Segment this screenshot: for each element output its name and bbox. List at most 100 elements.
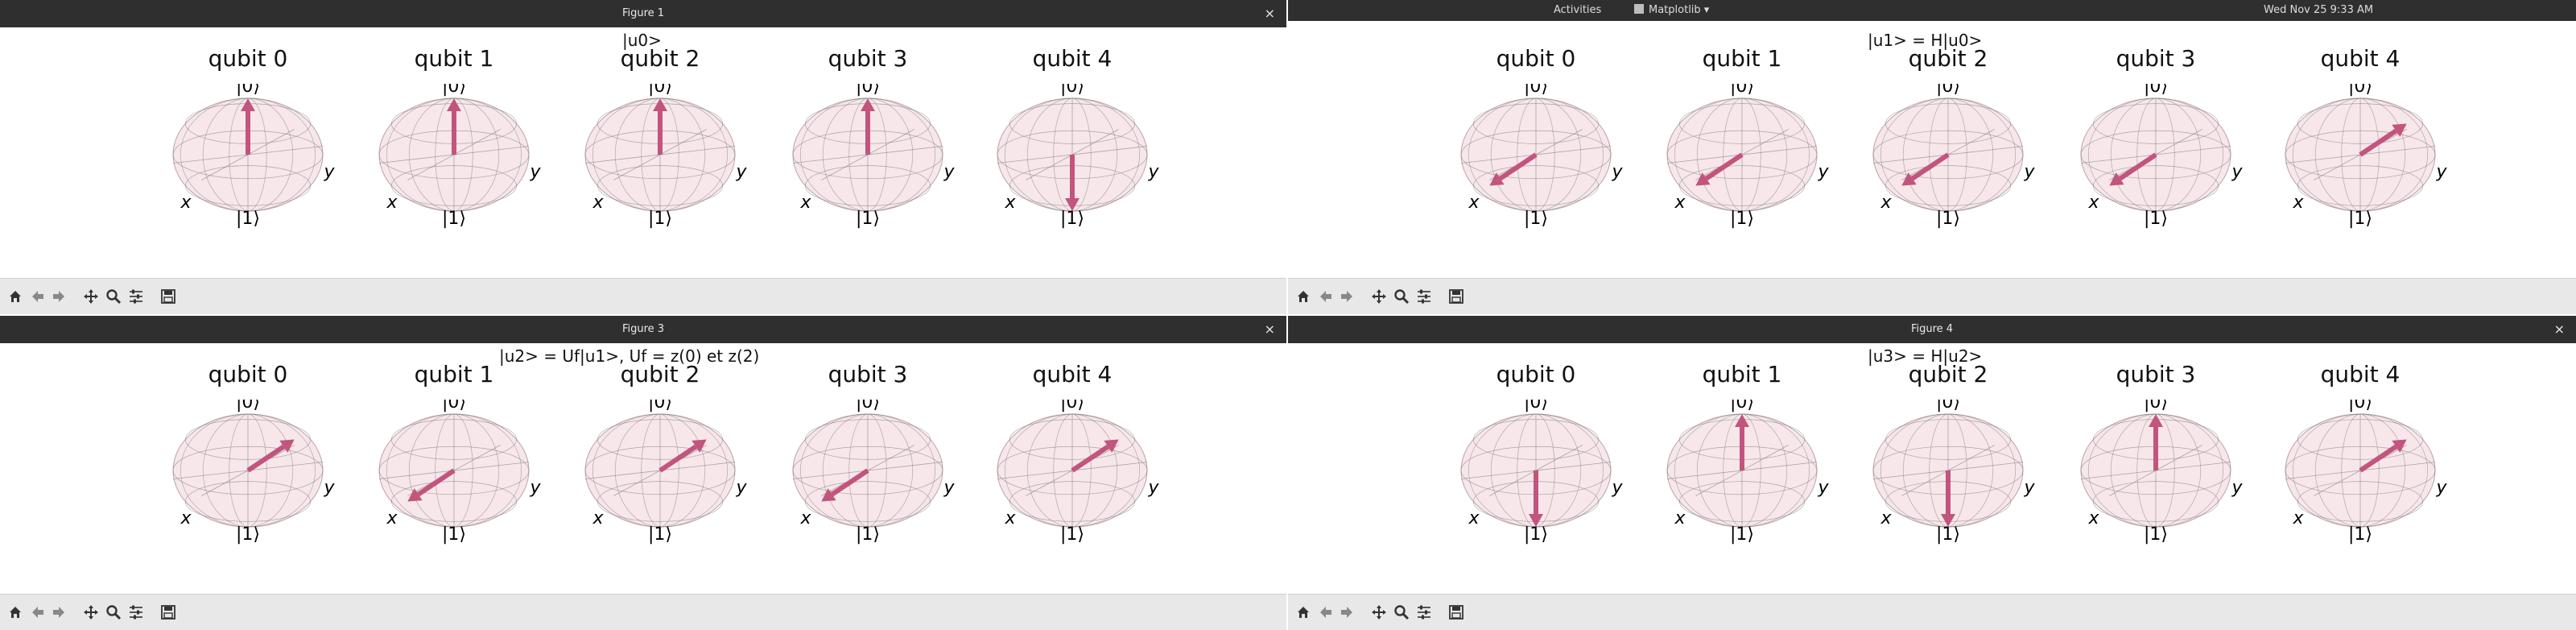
clock[interactable]: Wed Nov 25 9:33 AM [2264, 0, 2373, 21]
x-axis-label: x [1004, 193, 1016, 213]
figure-canvas[interactable]: |u0> qubit 0 |0⟩ |1⟩ x y qubit 1 |0⟩ |1⟩ x y qubit … [0, 27, 1286, 285]
window-titlebar[interactable]: Figure 1 × [0, 0, 1286, 27]
ket0-label: |0⟩ [2144, 84, 2168, 97]
save-icon [1449, 605, 1463, 620]
ket0-label: |0⟩ [1730, 400, 1754, 412]
forward-arrow-button[interactable] [48, 286, 69, 307]
home-button[interactable] [1293, 602, 1314, 623]
zoom-button[interactable] [103, 602, 124, 623]
back-arrow-icon [32, 607, 43, 618]
gnome-top-bar: Activities Matplotlib ▾ Wed Nov 25 9:33 … [1288, 0, 2576, 21]
back-arrow-icon [1320, 291, 1331, 302]
forward-arrow-icon [1341, 291, 1352, 302]
ket1-label: |1⟩ [1524, 524, 1548, 545]
zoom-icon [1394, 605, 1410, 620]
configure-subplots-icon [1418, 605, 1430, 620]
zoom-icon [106, 605, 122, 620]
ket1-label: |1⟩ [1730, 524, 1754, 545]
save-button[interactable] [158, 286, 179, 307]
ket1-label: |1⟩ [442, 524, 466, 545]
ket0-label: |0⟩ [236, 400, 260, 412]
back-arrow-button[interactable] [1315, 602, 1336, 623]
pan-icon [84, 605, 98, 620]
ket0-label: |0⟩ [2144, 400, 2168, 412]
qubit-label: qubit 0 [1496, 45, 1576, 72]
y-axis-label: y [2231, 478, 2243, 498]
pan-button[interactable] [80, 286, 101, 307]
configure-subplots-button[interactable] [1414, 286, 1435, 307]
app-menu[interactable]: Matplotlib ▾ [1634, 0, 1709, 21]
x-axis-label: x [799, 508, 811, 528]
pan-button[interactable] [1368, 602, 1389, 623]
close-icon[interactable]: × [1265, 316, 1275, 343]
x-axis-label: x [2292, 193, 2304, 213]
close-icon[interactable]: × [1265, 0, 1275, 27]
window-title: Figure 4 [1910, 323, 1954, 335]
x-axis-label: x [799, 193, 811, 213]
zoom-button[interactable] [1391, 286, 1412, 307]
y-axis-label: y [1147, 162, 1159, 182]
qubit-label: qubit 4 [1032, 361, 1113, 388]
qubit-label: qubit 1 [1702, 45, 1782, 72]
ket1-label: |1⟩ [1730, 209, 1754, 229]
close-icon[interactable]: × [2554, 316, 2565, 343]
bloch-sphere-qubit-4: |0⟩ |1⟩ x y [2285, 84, 2447, 229]
figure-canvas[interactable]: |u1> = H|u0> qubit 0 |0⟩ |1⟩ x y qubit 1 |0⟩ |1⟩… [1288, 27, 2576, 285]
y-axis-label: y [943, 162, 955, 182]
ket1-label: |1⟩ [236, 209, 260, 229]
configure-subplots-button[interactable] [1414, 602, 1435, 623]
bloch-sphere-qubit-4: |0⟩ |1⟩ x y [997, 400, 1159, 545]
bloch-sphere-qubit-2: |0⟩ |1⟩ x y [1872, 400, 2035, 545]
figure-canvas[interactable]: |u2> = Uf|u1>, Uf = z(0) et z(2) qubit 0 |… [0, 343, 1286, 601]
x-axis-label: x [1880, 508, 1892, 528]
ket1-label: |1⟩ [1936, 209, 1960, 229]
home-button[interactable] [5, 286, 26, 307]
window-titlebar[interactable]: Figure 4 × [1288, 316, 2576, 343]
zoom-button[interactable] [103, 286, 124, 307]
pan-button[interactable] [80, 602, 101, 623]
ket0-label: |0⟩ [1730, 84, 1754, 97]
x-axis-label: x [386, 193, 398, 213]
x-axis-label: x [1880, 193, 1892, 213]
bloch-sphere-qubit-2: |0⟩ |1⟩ x y [584, 400, 747, 545]
activities-button[interactable]: Activities [1554, 0, 1601, 21]
figure-window-1: Figure 1 × |u0> qubit 0 |0⟩ |1⟩ x y qubit 1 |0⟩ |1… [0, 0, 1286, 314]
back-arrow-button[interactable] [27, 286, 48, 307]
save-icon [1449, 289, 1463, 304]
figure-window-2: ×|u1> = H|u0>qubit 0|0⟩|1⟩xyqubit 1|0⟩|1… [1288, 0, 2576, 314]
configure-subplots-button[interactable] [126, 286, 147, 307]
forward-arrow-button[interactable] [1336, 286, 1357, 307]
back-arrow-button[interactable] [1315, 286, 1336, 307]
home-icon [1298, 291, 1309, 302]
ket0-label: |0⟩ [2348, 84, 2372, 97]
figure-canvas[interactable]: |u3> = H|u2> qubit 0 |0⟩ |1⟩ x y qubit 1 |0⟩ |1⟩… [1288, 343, 2576, 601]
back-arrow-button[interactable] [27, 602, 48, 623]
x-axis-label: x [592, 508, 604, 528]
x-axis-label: x [592, 193, 604, 213]
home-button[interactable] [1293, 286, 1314, 307]
configure-subplots-button[interactable] [126, 602, 147, 623]
bloch-sphere-qubit-0: |0⟩ |1⟩ x y [1460, 400, 1623, 545]
ket0-label: |0⟩ [1524, 84, 1548, 97]
forward-arrow-button[interactable] [1336, 602, 1357, 623]
bloch-sphere-qubit-0: |0⟩ |1⟩ x y [172, 84, 335, 229]
qubit-label: qubit 0 [208, 361, 288, 388]
save-button[interactable] [1446, 286, 1467, 307]
save-button[interactable] [1446, 602, 1467, 623]
zoom-button[interactable] [1391, 602, 1412, 623]
ket0-label: |0⟩ [856, 400, 880, 412]
home-button[interactable] [5, 602, 26, 623]
forward-arrow-button[interactable] [48, 602, 69, 623]
ket1-label: |1⟩ [2144, 524, 2168, 545]
bloch-sphere-qubit-4: |0⟩ |1⟩ x y [997, 84, 1159, 229]
pan-button[interactable] [1368, 286, 1389, 307]
bloch-sphere-qubit-1: |0⟩ |1⟩ x y [378, 400, 541, 545]
y-axis-label: y [2435, 478, 2447, 498]
zoom-icon [1394, 289, 1410, 305]
ket1-label: |1⟩ [2348, 209, 2372, 229]
y-axis-label: y [1147, 478, 1159, 498]
x-axis-label: x [2292, 508, 2304, 528]
window-titlebar[interactable]: Figure 3 × [0, 316, 1286, 343]
y-axis-label: y [2023, 478, 2035, 498]
save-button[interactable] [158, 602, 179, 623]
